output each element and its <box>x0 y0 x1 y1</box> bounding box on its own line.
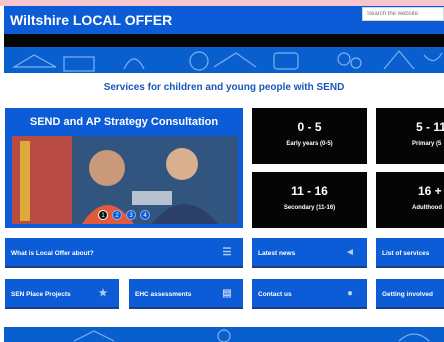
age-range: 0 - 5 <box>297 120 322 134</box>
link-sen-place-projects[interactable]: SEN Place Projects ★ <box>5 279 119 309</box>
age-tile-secondary[interactable]: 11 - 16 Secondary (11-16) <box>252 172 367 228</box>
age-tile-adulthood[interactable]: 16 + Adulthood ( <box>376 172 444 228</box>
age-label: Adulthood ( <box>412 205 444 211</box>
link-label: EHC assessments <box>135 291 192 298</box>
link-label: Contact us <box>258 291 292 298</box>
chat-icon: ● <box>346 288 354 299</box>
link-label: List of services <box>382 250 430 257</box>
age-label: Primary (5 <box>412 141 442 147</box>
nav-bar <box>4 34 444 47</box>
carousel-dots: 1 2 3 4 <box>98 210 150 220</box>
age-label: Early years (0-5) <box>286 141 333 147</box>
age-range: 5 - 11 <box>416 120 444 134</box>
age-tile-early-years[interactable]: 0 - 5 Early years (0-5) <box>252 108 367 164</box>
carousel-dot[interactable]: 1 <box>98 210 108 220</box>
link-ehc-assessments[interactable]: EHC assessments ▤ <box>129 279 243 309</box>
link-label: SEN Place Projects <box>11 291 71 298</box>
age-range: 11 - 16 <box>291 184 328 198</box>
intro-heading: Services for children and young people w… <box>103 82 345 93</box>
carousel-dot[interactable]: 4 <box>140 210 150 220</box>
link-label: Latest news <box>258 250 296 257</box>
site-logo[interactable]: Wiltshire LOCAL OFFER <box>10 12 172 28</box>
link-getting-involved[interactable]: Getting involved <box>376 279 444 309</box>
document-icon: ▤ <box>222 288 232 299</box>
link-what-is-local-offer[interactable]: What is Local Offer about? ☰ <box>5 238 243 268</box>
link-contact-us[interactable]: Contact us ● <box>252 279 367 309</box>
age-label: Secondary (11-16) <box>283 205 336 211</box>
promo-title: SEND and AP Strategy Consultation <box>29 116 219 128</box>
signpost-icon: ☰ <box>222 247 232 258</box>
carousel-dot[interactable]: 3 <box>126 210 136 220</box>
star-icon: ★ <box>98 288 108 299</box>
link-label: Getting involved <box>382 291 433 298</box>
illustration-banner <box>4 47 444 73</box>
link-list-of-services[interactable]: List of services <box>376 238 444 268</box>
age-range: 16 + <box>418 184 442 198</box>
link-label: What is Local Offer about? <box>11 250 94 257</box>
search-input[interactable] <box>362 7 444 21</box>
megaphone-icon: ◄ <box>345 247 355 258</box>
link-latest-news[interactable]: Latest news ◄ <box>252 238 367 268</box>
footer-banner <box>4 327 444 342</box>
age-tile-primary[interactable]: 5 - 11 Primary (5 <box>376 108 444 164</box>
carousel-dot[interactable]: 2 <box>112 210 122 220</box>
